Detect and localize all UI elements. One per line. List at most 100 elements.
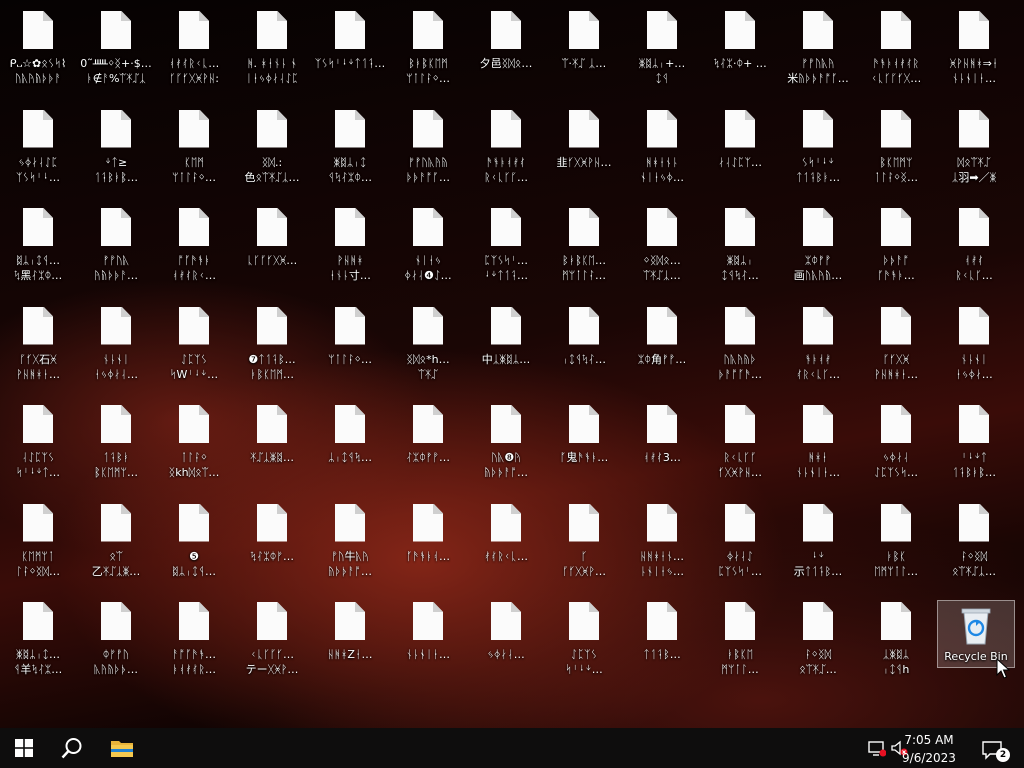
desktop-file-icon[interactable]: ᛣᛤᛥᛦ ᛧᛨᛩh (858, 591, 934, 687)
desktop-file-icon[interactable]: ᚯᚰᚱᚲᚳ… (468, 493, 544, 589)
desktop-file-icon[interactable]: ᛆᛇᛈᛉᛊ ᛋᛌᛍᛎᛏ… (0, 394, 76, 490)
desktop-file-icon[interactable]: ᛒᛓᛔᛕᛖᛗ ᛘᛙᛚᛛᛜ… (390, 0, 466, 96)
desktop-file-icon[interactable]: ᚠᚡᚢᚣᚤ 米ᚥᚦᚧᚨᚩᚪ… (780, 0, 856, 96)
desktop-file-icon[interactable]: ᛪᛮᛯᛰᚠ… (234, 493, 310, 589)
desktop-file-icon[interactable]: ᛅᛆᛇᛈᛉ… (702, 99, 778, 195)
desktop-file-icon[interactable]: ᚸᚹᚺᚻᚼ⇒ᚽ ᚾᚿᛀᛁᛂ… (936, 0, 1012, 96)
desktop-file-icon[interactable]: ᚮᚯᚰ ᚱᚲᚳᚴ… (936, 197, 1012, 293)
desktop-file-icon[interactable]: ᚹᚺᚻᚼ ᚽᚾᚿ寸… (312, 197, 388, 293)
desktop-file-icon[interactable]: ᛤᛥᛦᛧᛨ ᛩᛪᛮᛯᛰ… (312, 99, 388, 195)
desktop-file-icon[interactable]: ᚠᚡᚢᚣ ᚤᚥᚦᚧᚨ… (78, 197, 154, 293)
desktop-file-icon[interactable]: ᛜᛝᛞᛟ… ᛠᛡᛢᛣ… (624, 197, 700, 293)
desktop-file-icon[interactable]: 中ᛣᛤᛥᛦ… (468, 296, 544, 392)
desktop-file-icon[interactable]: ᛎᛏ≥ ᛐᛑᛒᛓᛔ… (78, 99, 154, 195)
desktop-file-icon[interactable]: ᚵᚶᚷ石ᚸ ᚹᚺᚻᚼᚽ… (0, 296, 76, 392)
desktop-file-icon[interactable]: ᚪᚫᚬᚭᚮ… (390, 493, 466, 589)
desktop-file-icon[interactable]: ᛌᛍᛎᛏ ᛐᛑᛒᛓᛔ… (936, 394, 1012, 490)
desktop-file-icon[interactable]: ᚾᚿᛀᛁ ᛂᛃᛄᛅᛆ… (78, 296, 154, 392)
desktop[interactable]: ᑭ᎑☆✿ᛟᛊᛋ⌇ ᚢᚣᚤᚥᚦᚧᚨ 0˜ᚊᛜᛝ+·$… ᚭ∉ᚨ%ᛠᛡᛢᛣ ᚮᚯᚰᚱᚲᚳ… ᚴ… (0, 0, 1024, 728)
desktop-file-icon[interactable]: ᚨᚩᚪᚫᚬ… ᚭᚮᚯᚰᚱ… (156, 591, 232, 687)
desktop-file-icon[interactable]: ᛃᛄᛅᛆᛇᛈ ᛉᛊᛋᛌᛍ… (0, 99, 76, 195)
desktop-file-icon[interactable]: ᛛᛜᛝᛞ ᛟᛠᛡᛢᛣ… (936, 493, 1012, 589)
desktop-file-icon[interactable]: ᚾᚿᛀᛁ ᛂᛃᛄᛅ… (936, 296, 1012, 392)
desktop-file-icon[interactable]: ᚳᚴᚵᚶᚷᚸ… (234, 197, 310, 293)
desktop-file-icon[interactable]: ᛕᛖᛗᛘᛙ ᛚᛛᛜᛝᛞ… (0, 493, 76, 589)
start-button[interactable] (0, 728, 48, 768)
desktop-file-icon[interactable]: ᛟᛠ 乙ᛡᛢᛣᛤ… (78, 493, 154, 589)
desktop-file-icon[interactable]: ᛠ·ᛡᛢ ᛣ… (546, 0, 622, 96)
desktop-file-icon[interactable]: ᛘᛙᛚᛛᛜ… (312, 296, 388, 392)
desktop-file-icon[interactable]: ᚫᚬᚭᚮᚯᚰᚱ ᚲᚳᚴᚵᚶᚷ… (858, 0, 934, 96)
network-disconnected-icon[interactable] (868, 738, 886, 758)
clock[interactable]: 7:05 AM 9/6/2023 (894, 728, 964, 768)
desktop-file-icon[interactable]: ᚾᚿᛀᛁᛂ… (390, 591, 466, 687)
desktop-file-icon[interactable]: ᛪᛮᛯ·ᛰ+ … (702, 0, 778, 96)
desktop-file-icon[interactable]: ᚲᚳᚴᚵᚶ… テーᚷᚸᚹ… (234, 591, 310, 687)
desktop-file-icon[interactable]: ᛄᛅᛆᛇ ᛈᛉᛊᛋᛌ… (702, 493, 778, 589)
desktop-file-icon[interactable]: ᚴ ᚵᚶᚷᚸᚹ… (546, 493, 622, 589)
desktop-file-icon[interactable]: ᛤᛥᛦᛧ+… ᛨᛩ (624, 0, 700, 96)
desktop-file-icon[interactable]: ᚦᚧᚨᚩ ᚪᚫᚬᚭ… (858, 197, 934, 293)
desktop-file-icon[interactable]: ᛞᛟᛠᛡᛢ ᛣ羽➡／ᛤ (936, 99, 1012, 195)
desktop-file-icon[interactable]: ᛤᛥᛦᛧᛨ… ᛩ羊ᛪᛮᛯ… (0, 591, 76, 687)
desktop-file-icon[interactable]: ᛇᛈᛉᛊ ᛋᛌᛍᛎ… (546, 591, 622, 687)
desktop-file-icon[interactable]: 韭ᚶᚷᚸᚹᚺ… (546, 99, 622, 195)
desktop-file-icon[interactable]: ❼ᛏᛐᛑᛒ… ᛓᛔᛕᛖᛗ… (234, 296, 310, 392)
desktop-file-icon[interactable]: ᚬᚭᚮᚯ ᚰᚱᚲᚳᚴ… (780, 296, 856, 392)
desktop-file-icon[interactable]: ᛃᛄᛅᛆ ᛇᛈᛉᛊᛋ… (858, 394, 934, 490)
desktop-file-icon[interactable]: ᛝᛞᛟ*h… ᛠᛡᛢ (390, 296, 466, 392)
desktop-file-icon[interactable]: ᛐᛑᛒᛓ ᛔᛕᛖᛗᛘ… (78, 394, 154, 490)
desktop-file-icon[interactable]: ᛕᛖᛗ ᛘᛙᛚᛛᛜ… (156, 99, 232, 195)
desktop-file-icon[interactable]: ᛰᚠᚡᚢ ᚣᚤᚥᚦᚧ… (78, 591, 154, 687)
desktop-file-icon[interactable]: 夕邑ᛝᛞᛟ… (468, 0, 544, 96)
desktop-file-icon[interactable]: ᚺᚻᚼZᚽ… (312, 591, 388, 687)
desktop-file-icon[interactable]: ᚡᚢ牛ᚣᚤ ᚥᚦᚧᚨᚩ… (312, 493, 388, 589)
desktop-file-icon[interactable]: ᚻ. ᚼᚽᚾᚿ ᛀ ᛁᛂᛃᛄᛅᛆᛇᛈ (234, 0, 310, 96)
desktop-file-icon[interactable]: ᛓᛔᛕᛖᛗᛘᛙᛚ… (702, 591, 778, 687)
file-explorer-button[interactable] (98, 728, 146, 768)
desktop-file-icon[interactable]: ᛙᛚᛛᛜ ᛝkhᛞᛟᛠ… (156, 394, 232, 490)
desktop-file-icon[interactable]: ᚢᚣ❽ᚤ ᚥᚦᚧᚨᚩ… (468, 394, 544, 490)
desktop-file-icon[interactable]: ᛀᛁᛂᛃ ᛄᛅᛆ❹ᛇ… (390, 197, 466, 293)
desktop-file-icon[interactable]: ᛯᛰ角ᚠᚡ… (624, 296, 700, 392)
desktop-file-icon[interactable]: ᛔᛕᛖᛗᛘ ᛙᛚᛛᛜᛝ… (858, 99, 934, 195)
desktop-file-icon[interactable]: ᛇᛈᛉᛊ ᛋWᛌᛍᛎ… (156, 296, 232, 392)
desktop-file-icon[interactable]: ᑭ᎑☆✿ᛟᛊᛋ⌇ ᚢᚣᚤᚥᚦᚧᚨ (0, 0, 76, 96)
desktop-file-icon[interactable]: ᚫᚬᚭᚮᚯᚰ ᚱᚲᚳᚴᚵ… (468, 99, 544, 195)
search-button[interactable] (48, 728, 96, 768)
desktop-file-icon[interactable]: ᛡᛢᛣᛤᛥ… (234, 394, 310, 490)
desktop-file-icon[interactable]: ᛈᛉᛊᛋᛌ… ᛍᛎᛏᛐᛑ… (468, 197, 544, 293)
desktop-file-icon[interactable]: ᚻᚼᚽ ᚾᚿᛀᛁᛂ… (780, 394, 856, 490)
desktop-file-icon[interactable]: ᛝᛞ.: 色ᛟᛠᛡᛢᛣ… (234, 99, 310, 195)
desktop-file-icon[interactable]: ᛤᛥᛦᛧ ᛨᛩᛪᛮ… (702, 197, 778, 293)
desktop-file-icon[interactable]: ᚩᚪᚫᚬᚭ ᚮᚯᚰᚱᚲ… (156, 197, 232, 293)
desktop-file-icon[interactable]: ᛒᛓᛔᛕᛖ… ᛗᛘᛙᛚᛛ… (546, 197, 622, 293)
desktop-file-icon[interactable]: ᚮᚯᚰᚱᚲᚳ… ᚴᚵᚶᚷᚸᚹᚺ: (156, 0, 232, 96)
desktop-file-icon[interactable]: 0˜ᚊᛜᛝ+·$… ᚭ∉ᚨ%ᛠᛡᛢᛣ (78, 0, 154, 96)
desktop-file-icon[interactable]: ᛮᛯᛰᚠᚡ… (390, 394, 466, 490)
desktop-file-icon[interactable]: ᛧᛨᛩᛪᛮ… (546, 296, 622, 392)
desktop-file-icon[interactable]: ᛓᛔᛕᛖᛗᛘᛙᛚ… (858, 493, 934, 589)
desktop-file-icon[interactable]: ᛛᛜᛝᛞ ᛟᛠᛡᛢ… (780, 591, 856, 687)
desktop-file-icon[interactable]: ᛥᛦᛧᛨᛩ… ᛪ黑ᛮᛯᛰ… (0, 197, 76, 293)
desktop-file-icon[interactable]: ᛏᛐᛑᛒ… (624, 591, 700, 687)
desktop-file-icon[interactable]: ᛦᛧᛨᛩᛪ… (312, 394, 388, 490)
desktop-file-icon[interactable]: ᚠᚡᚢᚣᚤᚥ ᚦᚧᚨᚩᚪ… (390, 99, 466, 195)
desktop-file-icon[interactable]: ᛃᛄᛅᛆ… (468, 591, 544, 687)
desktop-file-icon[interactable]: ᚢᚣᚤᚥᚦ ᚧᚨᚩᚪᚫ… (702, 296, 778, 392)
desktop-file-icon[interactable]: ᛊᛋᛌᛍᛎ ᛏᛐᛑᛒᛓ… (780, 99, 856, 195)
desktop-file-icon[interactable]: ᚪ鬼ᚫᚬᚭ… (546, 394, 622, 490)
desktop-file-label-line: ᚾᚿᛀᛁᛂ… (952, 72, 996, 85)
desktop-file-label-line: ᛄᛅᛆ❹ᛇ… (404, 269, 452, 282)
desktop-file-icon[interactable]: ᛉᛊᛋᛌᛍᛎᛏᛐᛑ… (312, 0, 388, 96)
desktop-file-icon[interactable]: ᚵᚶᚷᚸ ᚹᚺᚻᚼᚽ… (858, 296, 934, 392)
blank-file-icon (647, 208, 677, 246)
desktop-file-icon[interactable]: ❺ ᛥᛦᛧᛨᛩ… (156, 493, 232, 589)
desktop-file-icon[interactable]: ᛍᛎ 示ᛏᛐᛑᛒ… (780, 493, 856, 589)
desktop-file-label-line: ᛕᛖᛗᛘᛙ (21, 549, 55, 563)
desktop-file-icon[interactable]: ᚱᚲᚳᚴᚵ ᚶᚷᚸᚹᚺ… (702, 394, 778, 490)
desktop-file-icon[interactable]: ᛯᛰᚠᚡ 画ᚢᚣᚤᚥ… (780, 197, 856, 293)
desktop-file-icon[interactable]: ᚻᚼᚽᚾᚿ ᛀᛁᛂᛃᛄ… (624, 99, 700, 195)
desktop-file-icon[interactable]: ᚺᚻᚼᚽᚾ… ᚿᛀᛁᛂᛃ… (624, 493, 700, 589)
desktop-file-icon[interactable]: ᚮᚯᚰ3… (624, 394, 700, 490)
